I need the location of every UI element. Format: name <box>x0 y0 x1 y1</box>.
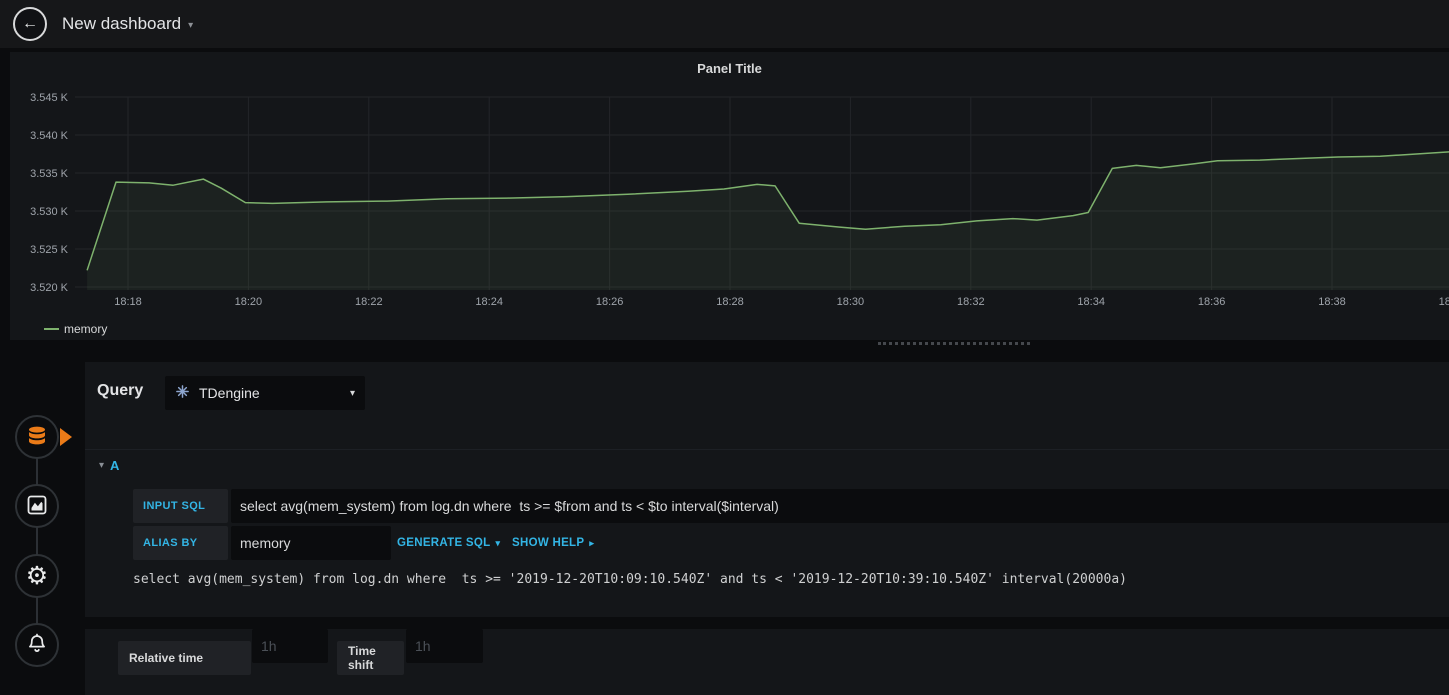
sidebar-tab-visualization[interactable] <box>15 484 59 528</box>
dashboard-title: New dashboard <box>62 14 182 33</box>
datasource-picker[interactable]: TDengine ▾ <box>165 376 365 410</box>
svg-text:3.525 K: 3.525 K <box>30 244 69 256</box>
caret-right-icon: ▸ <box>589 537 595 548</box>
svg-text:3.540 K: 3.540 K <box>30 130 69 142</box>
svg-text:3.520 K: 3.520 K <box>30 282 69 294</box>
sidebar-tab-alert[interactable] <box>15 623 59 667</box>
back-button[interactable]: ← <box>13 7 47 41</box>
legend-series-label: memory <box>64 322 108 336</box>
svg-text:18:38: 18:38 <box>1318 296 1346 308</box>
svg-text:18:24: 18:24 <box>475 296 503 308</box>
relative-time-label: Relative time <box>118 641 251 675</box>
input-sql-row: INPUT SQL <box>133 489 1449 523</box>
svg-text:3.530 K: 3.530 K <box>30 206 69 218</box>
alias-row: ALIAS BY GENERATE SQL ▾ SHOW HELP ▸ <box>133 526 1449 560</box>
tdengine-logo-icon <box>175 384 190 402</box>
generate-sql-label: GENERATE SQL <box>397 537 491 549</box>
collapse-caret-icon: ▾ <box>99 460 105 471</box>
show-help-label: SHOW HELP <box>512 537 585 549</box>
sidebar-tab-queries[interactable] <box>15 415 59 459</box>
dashboard-title-dropdown[interactable]: New dashboard ▾ <box>62 0 193 48</box>
query-editor-panel: Query TDengine ▾ ▾ A INPUT SQL ALIAS BY … <box>85 362 1449 617</box>
show-help-button[interactable]: SHOW HELP ▸ <box>512 526 594 560</box>
header-divider <box>85 449 1449 450</box>
alias-by-field[interactable] <box>231 526 391 560</box>
gear-icon: ⚙ <box>25 561 49 590</box>
alias-by-label: ALIAS BY <box>133 526 228 560</box>
svg-text:18:26: 18:26 <box>596 296 624 308</box>
svg-text:18:36: 18:36 <box>1198 296 1226 308</box>
legend-series-color <box>44 328 59 330</box>
time-options-panel: Relative time Time shift <box>85 629 1449 695</box>
sidebar-rail-line <box>36 437 38 645</box>
svg-text:18:22: 18:22 <box>355 296 383 308</box>
query-ref-collapse[interactable]: ▾ A <box>99 458 119 473</box>
timeseries-chart[interactable]: 3.545 K 3.540 K 3.535 K 3.530 K 3.525 K 3.520… <box>10 82 1449 322</box>
input-sql-label: INPUT SQL <box>133 489 228 523</box>
caret-down-icon: ▾ <box>495 537 501 548</box>
query-ref-id: A <box>110 458 120 473</box>
database-icon <box>25 424 49 451</box>
graph-panel: Panel Title 3.545 K 3.540 K 3.535 K 3.530 K… <box>10 52 1449 340</box>
svg-text:18:20: 18:20 <box>235 296 263 308</box>
panel-title[interactable]: Panel Title <box>10 61 1449 76</box>
active-tab-arrow-icon <box>60 428 72 446</box>
bell-icon <box>25 632 49 659</box>
datasource-name: TDengine <box>199 385 260 401</box>
svg-text:18:28: 18:28 <box>716 296 744 308</box>
input-sql-field[interactable] <box>231 489 1449 523</box>
relative-time-input[interactable] <box>252 629 328 663</box>
time-shift-input[interactable] <box>406 629 483 663</box>
svg-text:18:40: 18:40 <box>1439 296 1449 308</box>
chevron-down-icon: ▾ <box>188 20 194 31</box>
chevron-down-icon: ▾ <box>349 387 355 399</box>
query-section-title: Query <box>97 382 144 399</box>
svg-text:18:18: 18:18 <box>114 296 142 308</box>
panel-resize-handle[interactable] <box>878 342 1030 345</box>
back-arrow-icon: ← <box>22 15 38 32</box>
top-navbar: ← New dashboard ▾ <box>0 0 1449 48</box>
sidebar-tab-general[interactable]: ⚙ <box>15 554 59 598</box>
svg-text:18:34: 18:34 <box>1077 296 1105 308</box>
time-shift-label: Time shift <box>337 641 404 675</box>
svg-text:18:32: 18:32 <box>957 296 985 308</box>
svg-text:3.545 K: 3.545 K <box>30 92 69 104</box>
svg-text:18:30: 18:30 <box>837 296 865 308</box>
chart-icon <box>25 493 49 520</box>
generated-sql-preview: select avg(mem_system) from log.dn where… <box>133 572 1127 587</box>
legend-item-memory[interactable]: memory <box>44 322 107 336</box>
svg-text:3.535 K: 3.535 K <box>30 168 69 180</box>
generate-sql-button[interactable]: GENERATE SQL ▾ <box>397 526 500 560</box>
